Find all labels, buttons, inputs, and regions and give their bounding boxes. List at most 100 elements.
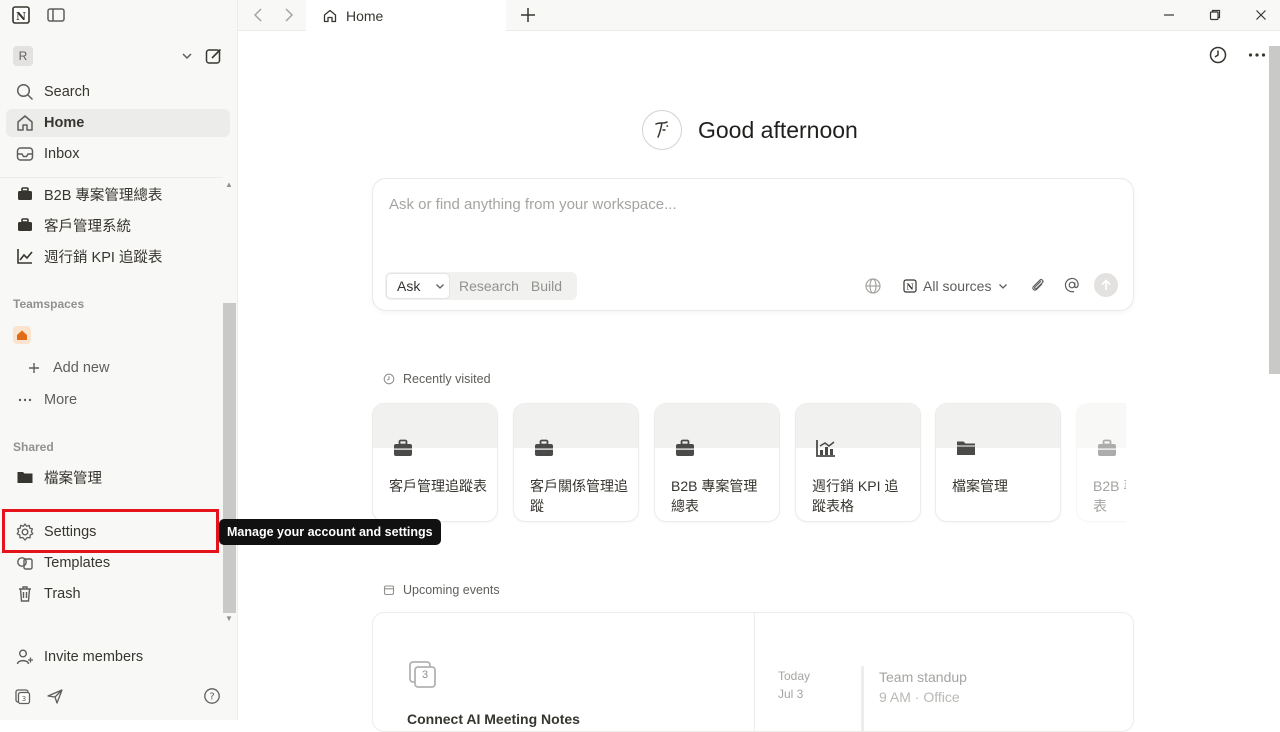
help-icon[interactable]: ?	[202, 686, 222, 706]
add-new-button[interactable]: Add new	[6, 354, 230, 382]
new-page-icon[interactable]	[203, 45, 225, 67]
sidebar-item-label: 週行銷 KPI 追蹤表	[44, 249, 163, 266]
briefcase-icon	[673, 437, 697, 459]
svg-text:?: ?	[209, 692, 214, 703]
tab-home[interactable]: Home	[306, 0, 506, 31]
recent-card[interactable]: 週行銷 KPI 追蹤表格	[795, 403, 921, 522]
workspace-switcher[interactable]: R	[6, 42, 196, 70]
more-options-icon[interactable]	[1245, 44, 1269, 66]
close-window-icon[interactable]	[1250, 4, 1272, 26]
shared-heading: Shared	[13, 440, 54, 454]
main-scrollbar[interactable]	[1269, 46, 1280, 374]
events-panel: 3 Connect AI Meeting Notes Today Jul 3 T…	[372, 612, 1134, 732]
recent-card[interactable]: 客戶關係管理追蹤	[513, 403, 639, 522]
minimize-icon[interactable]	[1158, 4, 1180, 26]
sources-label: All sources	[923, 278, 992, 294]
briefcase-icon	[14, 183, 36, 205]
plus-icon	[23, 357, 45, 379]
notion-ai-face-icon	[642, 110, 682, 150]
event-title: Team standup	[879, 669, 967, 685]
sources-selector[interactable]: N All sources	[903, 276, 1009, 296]
sidebar-item-templates[interactable]: Templates	[6, 549, 230, 577]
sidebar-item-label: Inbox	[44, 146, 80, 162]
sidebar-item-label: B2B 專案管理總表	[44, 187, 163, 204]
teamspaces-heading: Teamspaces	[13, 297, 85, 311]
add-new-label: Add new	[53, 360, 110, 376]
calendar-icon	[382, 583, 396, 597]
tab-label: Home	[346, 7, 384, 24]
chevron-down-icon	[997, 280, 1009, 292]
sidebar-item-label: 客戶管理系統	[44, 218, 131, 235]
new-tab-icon[interactable]	[517, 4, 539, 26]
event-date: Jul 3	[778, 687, 804, 701]
inbox-icon	[14, 143, 36, 165]
sidebar-item-label: Trash	[44, 586, 81, 602]
settings-tooltip: Manage your account and settings	[219, 519, 441, 545]
search-icon	[14, 81, 36, 103]
globe-icon[interactable]	[863, 276, 883, 296]
chevron-down-icon[interactable]	[178, 47, 196, 65]
event-color-bar	[861, 666, 864, 731]
mode-ask-button[interactable]: Ask	[386, 273, 450, 299]
events-divider	[754, 613, 755, 731]
sidebar-item-label: Templates	[44, 555, 111, 571]
calendar-icon[interactable]: 3	[13, 686, 33, 706]
svg-text:N: N	[16, 10, 26, 23]
sidebar-shared-item[interactable]: 檔案管理	[6, 463, 230, 491]
mode-research-button[interactable]: Research	[459, 278, 519, 294]
workspace-avatar: R	[13, 46, 33, 66]
sidebar-item-home[interactable]: Home	[6, 109, 230, 137]
settings-highlight-box	[2, 509, 219, 553]
mode-selector: Ask Research Build	[385, 272, 577, 300]
attach-icon[interactable]	[1028, 275, 1048, 295]
event-day: Today	[778, 669, 811, 683]
home-icon	[14, 112, 36, 134]
sidebar: N R Search Home Inbox ▲ B2B 專案管理總表 客戶管理系…	[0, 0, 238, 720]
recent-card[interactable]: 檔案管理	[935, 403, 1061, 522]
card-title: B2B 專案管理總表	[1093, 478, 1126, 514]
folder-icon	[14, 466, 36, 488]
sidebar-page-b2b[interactable]: B2B 專案管理總表	[6, 180, 230, 208]
recent-card[interactable]: B2B 專案管理總表	[1076, 403, 1126, 522]
sidebar-item-inbox[interactable]: Inbox	[6, 140, 230, 168]
sidebar-page-crm[interactable]: 客戶管理系統	[6, 211, 230, 239]
upcoming-events-heading: Upcoming events	[403, 583, 500, 597]
chart-icon	[814, 437, 838, 459]
back-arrow-icon[interactable]	[249, 4, 269, 26]
scroll-down-arrow[interactable]: ▼	[225, 614, 233, 623]
calendar-app-icon: 3	[407, 659, 439, 691]
send-icon[interactable]	[45, 686, 65, 706]
briefcase-icon	[14, 214, 36, 236]
ai-meeting-notes-title: Connect AI Meeting Notes	[407, 711, 580, 727]
invite-members-button[interactable]: Invite members	[6, 643, 230, 671]
recent-card[interactable]: 客戶管理追蹤表	[372, 403, 498, 522]
ask-box[interactable]: Ask or find anything from your workspace…	[372, 178, 1134, 311]
restore-icon[interactable]	[1204, 4, 1226, 26]
recently-visited-heading: Recently visited	[403, 372, 491, 386]
mode-build-button[interactable]: Build	[531, 278, 562, 294]
teamspace-item[interactable]	[6, 321, 223, 349]
sidebar-item-label: Invite members	[44, 649, 144, 665]
chevron-down-icon[interactable]	[434, 280, 446, 292]
sidebar-item-trash[interactable]: Trash	[6, 580, 230, 608]
ask-input[interactable]: Ask or find anything from your workspace…	[389, 196, 677, 213]
trash-icon	[14, 583, 36, 605]
divider	[0, 177, 223, 178]
event-item[interactable]: Team standup 9 AM · Office	[879, 669, 967, 705]
mention-icon[interactable]	[1062, 275, 1082, 295]
sidebar-page-kpi[interactable]: 週行銷 KPI 追蹤表	[6, 242, 230, 270]
templates-icon	[14, 552, 36, 574]
forward-arrow-icon[interactable]	[278, 4, 298, 26]
recent-card[interactable]: B2B 專案管理總表	[654, 403, 780, 522]
home-icon	[322, 8, 338, 24]
updates-clock-icon[interactable]	[1207, 44, 1229, 66]
briefcase-icon	[1095, 437, 1119, 459]
calendar-app-number: 3	[422, 669, 429, 681]
sidebar-toggle-icon[interactable]	[44, 3, 68, 27]
teamspace-home-icon	[13, 326, 31, 344]
notion-logo-icon[interactable]: N	[9, 3, 33, 27]
sidebar-item-label: 檔案管理	[44, 470, 102, 487]
more-button[interactable]: More	[6, 386, 230, 414]
send-arrow-button[interactable]	[1094, 273, 1118, 297]
sidebar-item-search[interactable]: Search	[6, 78, 230, 106]
